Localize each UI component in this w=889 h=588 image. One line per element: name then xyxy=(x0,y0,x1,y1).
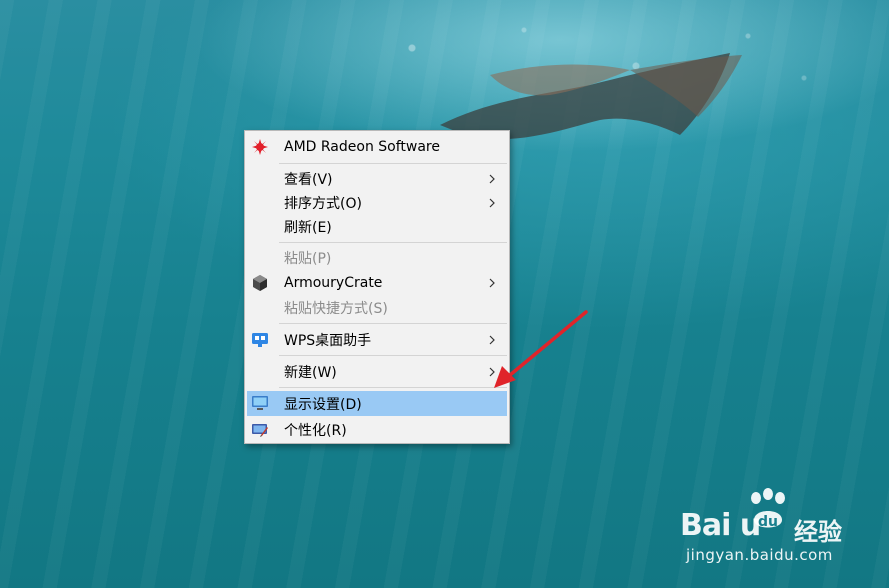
armoury-crate-icon xyxy=(253,275,267,291)
watermark-url: jingyan.baidu.com xyxy=(686,546,833,564)
menu-item-label: 显示设置(D) xyxy=(284,396,362,413)
menu-separator xyxy=(279,242,507,243)
amd-radeon-icon xyxy=(252,139,268,155)
menu-item-label: 新建(W) xyxy=(284,365,337,381)
menu-item-personalize[interactable]: 个性化(R) xyxy=(247,418,507,442)
desktop-context-menu: AMD Radeon Software 查看(V) 排序方式(O) 刷新(E) … xyxy=(244,130,510,444)
menu-separator xyxy=(279,355,507,356)
chevron-right-icon xyxy=(489,174,495,184)
menu-item-label: 粘贴(P) xyxy=(284,251,332,267)
menu-item-label: ArmouryCrate xyxy=(284,275,383,291)
menu-item-label: 粘贴快捷方式(S) xyxy=(284,301,388,317)
watermark-cn: 经验 xyxy=(794,518,842,546)
menu-separator xyxy=(279,323,507,324)
menu-item-label: 查看(V) xyxy=(284,172,333,188)
menu-item-paste[interactable]: 粘贴(P) xyxy=(247,246,507,270)
menu-item-sort-by[interactable]: 排序方式(O) xyxy=(247,191,507,215)
menu-item-display-settings[interactable]: 显示设置(D) xyxy=(247,391,507,416)
svg-text:du: du xyxy=(758,514,778,530)
personalize-icon xyxy=(252,424,268,437)
wps-desktop-icon xyxy=(252,333,268,347)
chevron-right-icon xyxy=(489,198,495,208)
menu-item-armoury-crate[interactable]: ArmouryCrate xyxy=(247,271,507,295)
menu-item-label: AMD Radeon Software xyxy=(284,139,440,155)
menu-item-wps-desktop-assistant[interactable]: WPS桌面助手 xyxy=(247,328,507,352)
menu-separator xyxy=(279,387,507,388)
menu-item-view[interactable]: 查看(V) xyxy=(247,167,507,191)
menu-item-new[interactable]: 新建(W) xyxy=(247,360,507,384)
menu-item-label: WPS桌面助手 xyxy=(284,333,372,349)
menu-item-label: 排序方式(O) xyxy=(284,196,362,212)
menu-item-label: 刷新(E) xyxy=(284,220,332,236)
menu-item-paste-shortcut[interactable]: 粘贴快捷方式(S) xyxy=(247,296,507,320)
menu-item-label: 个性化(R) xyxy=(284,423,347,439)
display-settings-icon xyxy=(252,396,268,410)
chevron-right-icon xyxy=(489,278,495,288)
menu-item-refresh[interactable]: 刷新(E) xyxy=(247,215,507,239)
baidu-jingyan-watermark: Bai u du 经验 jingyan.baidu.com xyxy=(680,488,870,578)
menu-separator xyxy=(279,163,507,164)
baidu-paw-icon: du xyxy=(751,488,785,530)
red-pointer-arrow xyxy=(494,310,588,388)
menu-item-amd-radeon-software[interactable]: AMD Radeon Software xyxy=(247,135,507,159)
